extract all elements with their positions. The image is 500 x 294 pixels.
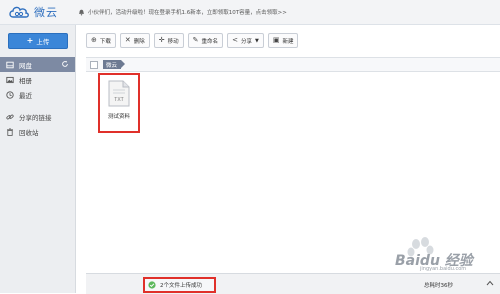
txt-file-icon: TXT: [108, 80, 130, 107]
sidebar-nav: 网盘 相册 最近 分享的链接 回收站: [0, 57, 75, 139]
refresh-icon[interactable]: [61, 60, 69, 68]
notice-text: 小伙伴们，活动升级啦！现在登录手机1.6新本，立即领取10T容量，点击领取>>: [88, 10, 287, 16]
sidebar-item-recycle-bin[interactable]: 回收站: [0, 124, 75, 139]
new-folder-icon: ▣: [272, 36, 280, 44]
delete-button[interactable]: ✕ 删除: [119, 33, 150, 48]
chevron-down-icon: ▼: [254, 37, 259, 44]
sidebar-item-disk[interactable]: 网盘: [0, 57, 75, 72]
download-button[interactable]: ⊕ 下载: [86, 33, 116, 48]
upload-button[interactable]: + 上传: [8, 33, 68, 49]
clock-icon: [6, 90, 14, 99]
rename-button[interactable]: ✎ 重命名: [187, 33, 224, 48]
new-folder-button[interactable]: ▣ 新建: [267, 33, 299, 48]
nav-separator: [0, 102, 75, 109]
sidebar-item-label: 回收站: [19, 128, 39, 137]
breadcrumb[interactable]: 微云: [103, 60, 126, 69]
success-check-icon: [148, 281, 156, 289]
chevron-up-icon[interactable]: [486, 280, 494, 286]
file-name: 测试资料: [107, 114, 130, 120]
share-icon: <: [232, 36, 238, 44]
trash-icon: [7, 127, 13, 136]
breadcrumb-bar: 微云: [86, 57, 500, 72]
cloud-logo-icon: [9, 6, 29, 18]
app-logo[interactable]: 微云: [8, 4, 58, 20]
link-icon: [6, 114, 14, 119]
download-icon: ⊕: [91, 36, 97, 44]
select-all-checkbox[interactable]: [90, 61, 98, 69]
notice-banner[interactable]: 小伙伴们，活动升级啦！现在登录手机1.6新本，立即领取10T容量，点击领取>>: [78, 8, 287, 16]
upload-label: 上传: [36, 38, 50, 46]
download-label: 下载: [99, 38, 111, 45]
app-name: 微云: [34, 6, 58, 19]
sidebar-item-shared-links[interactable]: 分享的链接: [0, 109, 75, 124]
move-label: 移动: [167, 38, 179, 45]
share-label: 分享: [240, 38, 252, 45]
top-bar: 微云 小伙伴们，活动升级啦！现在登录手机1.6新本，立即领取10T容量，点击领取…: [0, 0, 500, 25]
sidebar-item-label: 网盘: [19, 61, 32, 70]
photo-icon: [6, 76, 14, 83]
sidebar-item-photos[interactable]: 相册: [0, 72, 75, 87]
file-type-label: TXT: [114, 97, 123, 103]
watermark-url: jingyan.baidu.com: [420, 266, 467, 272]
sidebar-item-label: 最近: [19, 91, 32, 100]
sidebar-item-label: 分享的链接: [19, 113, 52, 122]
rename-icon: ✎: [192, 36, 199, 44]
rename-label: 重命名: [201, 38, 219, 45]
file-item[interactable]: TXT 测试资料: [98, 73, 140, 133]
disk-icon: [6, 61, 14, 68]
move-icon: ✛: [158, 36, 165, 44]
toolbar: ⊕ 下载 ✕ 删除 ✛ 移动 ✎ 重命名 < 分享 ▼ ▣ 新建: [86, 33, 302, 48]
share-button[interactable]: < 分享 ▼: [227, 33, 264, 48]
plus-icon: +: [26, 36, 34, 45]
bell-icon: [79, 9, 84, 15]
sidebar: + 上传 网盘 相册 最近 分享的链接 回收站: [0, 25, 76, 293]
status-text: 2个文件上传成功: [160, 283, 202, 289]
move-button[interactable]: ✛ 移动: [153, 33, 184, 48]
sidebar-item-label: 相册: [19, 76, 32, 85]
sidebar-item-recent[interactable]: 最近: [0, 87, 75, 102]
breadcrumb-label: 微云: [106, 62, 118, 69]
elapsed-time: 总耗时36秒: [424, 283, 453, 289]
upload-status-message: 2个文件上传成功: [143, 277, 216, 293]
delete-label: 删除: [133, 38, 145, 45]
status-bar: 2个文件上传成功 总耗时36秒: [86, 273, 500, 294]
new-folder-label: 新建: [282, 38, 294, 45]
delete-icon: ✕: [124, 36, 131, 44]
